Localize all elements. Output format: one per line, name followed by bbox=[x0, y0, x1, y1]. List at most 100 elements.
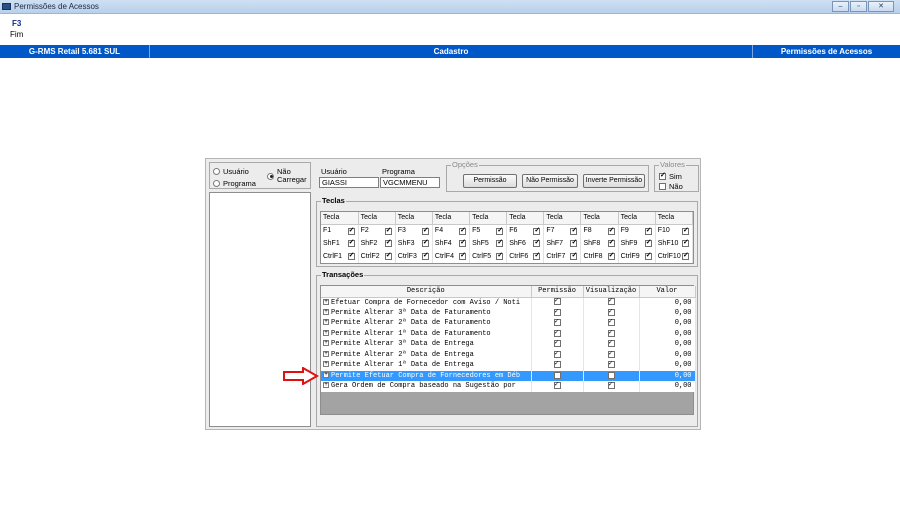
key-permission-checkbox[interactable] bbox=[607, 226, 615, 235]
key-cell[interactable]: ShF9 bbox=[618, 237, 656, 250]
key-permission-checkbox[interactable] bbox=[570, 251, 578, 260]
key-permission-checkbox[interactable] bbox=[682, 238, 689, 247]
key-permission-checkbox[interactable] bbox=[496, 238, 504, 247]
transaction-valor[interactable]: 0,00 bbox=[639, 339, 696, 350]
key-permission-checkbox[interactable] bbox=[347, 238, 355, 247]
permissao-checkbox[interactable] bbox=[553, 350, 561, 358]
usuario-field[interactable]: GIASSI bbox=[319, 177, 379, 188]
valores-sim-box[interactable] bbox=[659, 171, 666, 180]
key-cell[interactable]: CtrlF3 bbox=[395, 250, 433, 263]
transaction-row[interactable]: +Permite Alterar 2ª Data de Entrega 0,00 bbox=[321, 349, 696, 360]
programa-field[interactable]: VGCMMENU bbox=[380, 177, 440, 188]
key-permission-checkbox[interactable] bbox=[533, 226, 541, 235]
visualizacao-checkbox[interactable] bbox=[607, 339, 615, 348]
key-cell[interactable]: F9 bbox=[618, 224, 656, 237]
key-cell[interactable]: CtrlF5 bbox=[469, 250, 508, 263]
key-permission-checkbox[interactable] bbox=[347, 226, 355, 235]
key-cell[interactable]: F6 bbox=[506, 224, 545, 237]
key-cell[interactable]: CtrlF7 bbox=[543, 250, 582, 263]
radio-programa-dot[interactable] bbox=[213, 180, 220, 187]
key-cell[interactable]: F1 bbox=[321, 224, 359, 237]
key-cell[interactable]: F7 bbox=[543, 224, 582, 237]
col-descricao[interactable]: Descrição bbox=[321, 286, 532, 298]
visualizacao-checkbox[interactable] bbox=[607, 318, 615, 327]
col-valor[interactable]: Valor bbox=[639, 286, 696, 298]
permissao-button[interactable]: Permissão bbox=[463, 174, 517, 188]
radio-nao-carregar-dot[interactable] bbox=[267, 172, 274, 180]
key-permission-checkbox[interactable] bbox=[533, 251, 541, 260]
radio-usuario[interactable]: Usuário bbox=[213, 167, 249, 176]
close-button[interactable]: ✕ bbox=[868, 1, 894, 12]
valores-sim-checkbox[interactable]: Sim bbox=[659, 171, 682, 181]
key-permission-checkbox[interactable] bbox=[644, 226, 652, 235]
radio-usuario-dot[interactable] bbox=[213, 168, 220, 175]
key-permission-checkbox[interactable] bbox=[421, 238, 429, 247]
key-permission-checkbox[interactable] bbox=[384, 251, 392, 260]
expand-icon[interactable]: + bbox=[323, 382, 329, 389]
key-cell[interactable]: CtrlF6 bbox=[506, 250, 545, 263]
expand-icon[interactable]: + bbox=[323, 308, 329, 315]
permissao-checkbox[interactable] bbox=[553, 381, 561, 390]
transaction-row[interactable]: +Permite Alterar 3ª Data de Faturamento 0… bbox=[321, 307, 696, 318]
key-cell[interactable]: F2 bbox=[358, 224, 396, 237]
key-permission-checkbox[interactable] bbox=[384, 226, 392, 235]
key-cell[interactable]: ShF3 bbox=[395, 237, 433, 250]
radio-programa[interactable]: Programa bbox=[213, 179, 256, 188]
expand-icon[interactable]: + bbox=[323, 340, 329, 347]
visualizacao-checkbox[interactable] bbox=[607, 308, 615, 316]
permissao-checkbox[interactable] bbox=[553, 339, 561, 348]
key-permission-checkbox[interactable] bbox=[570, 238, 578, 247]
key-permission-checkbox[interactable] bbox=[459, 226, 467, 235]
valores-nao-checkbox[interactable]: Não bbox=[659, 182, 683, 191]
visualizacao-checkbox[interactable] bbox=[607, 329, 615, 337]
key-hint-f3[interactable]: F3 bbox=[12, 19, 21, 28]
transaction-valor[interactable]: 0,00 bbox=[639, 360, 696, 371]
key-cell[interactable]: ShF7 bbox=[543, 237, 582, 250]
permissao-checkbox[interactable] bbox=[553, 297, 561, 306]
key-cell[interactable]: CtrlF1 bbox=[321, 250, 359, 263]
key-cell[interactable]: ShF1 bbox=[321, 237, 359, 250]
transaction-valor[interactable]: 0,00 bbox=[639, 349, 696, 360]
permissao-checkbox[interactable] bbox=[553, 360, 561, 369]
transaction-valor[interactable]: 0,00 bbox=[639, 328, 696, 339]
visualizacao-checkbox[interactable] bbox=[607, 371, 615, 379]
key-cell[interactable]: F3 bbox=[395, 224, 433, 237]
key-cell[interactable]: ShF10 bbox=[655, 237, 694, 250]
visualizacao-checkbox[interactable] bbox=[607, 297, 615, 306]
transaction-row[interactable]: +Permite Alterar 3ª Data de Entrega 0,00 bbox=[321, 339, 696, 350]
inverte-permissao-button[interactable]: Inverte Permissão bbox=[583, 174, 645, 188]
key-permission-checkbox[interactable] bbox=[421, 251, 429, 260]
transaction-row[interactable]: +Permite Alterar 2ª Data de Faturamento 0… bbox=[321, 318, 696, 329]
col-permissao[interactable]: Permissão bbox=[531, 286, 584, 298]
permissao-checkbox[interactable] bbox=[553, 318, 561, 327]
key-permission-checkbox[interactable] bbox=[607, 251, 615, 260]
minimize-button[interactable]: – bbox=[832, 1, 849, 12]
key-cell[interactable]: F10 bbox=[655, 224, 694, 237]
key-permission-checkbox[interactable] bbox=[459, 238, 467, 247]
key-cell[interactable]: CtrlF10 bbox=[655, 250, 694, 263]
key-cell[interactable]: F4 bbox=[432, 224, 471, 237]
key-permission-checkbox[interactable] bbox=[644, 251, 652, 260]
key-permission-checkbox[interactable] bbox=[496, 226, 504, 235]
transaction-row[interactable]: + Gera Ordem de Compra baseado na Sugestã… bbox=[321, 381, 696, 392]
key-permission-checkbox[interactable] bbox=[607, 238, 615, 247]
permissao-checkbox[interactable] bbox=[553, 308, 561, 316]
key-permission-checkbox[interactable] bbox=[496, 251, 504, 260]
expand-icon[interactable]: + bbox=[323, 350, 329, 357]
key-cell[interactable]: ShF8 bbox=[580, 237, 619, 250]
key-permission-checkbox[interactable] bbox=[384, 238, 392, 247]
nao-permissao-button[interactable]: Não Permissão bbox=[522, 174, 578, 188]
key-permission-checkbox[interactable] bbox=[347, 251, 355, 260]
expand-icon[interactable]: + bbox=[323, 371, 329, 378]
visualizacao-checkbox[interactable] bbox=[607, 360, 615, 369]
key-cell[interactable]: ShF2 bbox=[358, 237, 396, 250]
selection-listbox[interactable] bbox=[209, 192, 311, 427]
transaction-row[interactable]: +Permite Alterar 1ª Data de Faturamento 0… bbox=[321, 328, 696, 339]
maximize-button[interactable]: ▫ bbox=[850, 1, 867, 12]
key-cell[interactable]: ShF5 bbox=[469, 237, 508, 250]
permissao-checkbox[interactable] bbox=[553, 371, 561, 379]
key-permission-checkbox[interactable] bbox=[644, 238, 652, 247]
transaction-row[interactable]: + Efetuar Compra de Fornecedor com Aviso … bbox=[321, 297, 696, 308]
key-permission-checkbox[interactable] bbox=[570, 226, 578, 235]
transaction-valor[interactable]: 0,00 bbox=[639, 370, 696, 381]
